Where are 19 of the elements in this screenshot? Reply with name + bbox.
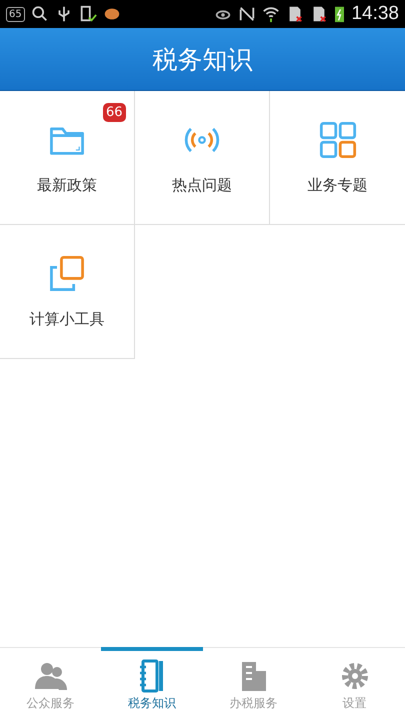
notification-count: 65 xyxy=(6,6,25,22)
grid-item[interactable]: 业务专题 xyxy=(270,91,405,225)
page-title: 税务知识 xyxy=(152,44,252,76)
grid-item[interactable]: 计算小工具 xyxy=(0,225,135,359)
item-label: 业务专题 xyxy=(308,176,368,195)
item-label: 最新政策 xyxy=(37,176,97,195)
battery-icon xyxy=(334,5,346,23)
tiles-icon xyxy=(318,120,358,160)
count-badge: 66 xyxy=(103,103,126,122)
search-icon xyxy=(30,5,49,23)
nav-tab[interactable]: 税务知识 xyxy=(101,647,203,720)
grid-item[interactable]: 66 最新政策 xyxy=(0,91,135,225)
item-label: 热点问题 xyxy=(172,176,232,195)
item-label: 计算小工具 xyxy=(30,310,104,329)
wifi-icon xyxy=(262,5,280,23)
phone-check-icon xyxy=(78,5,97,23)
clock: 14:38 xyxy=(351,3,399,25)
copy-icon xyxy=(47,254,87,294)
grid-item[interactable]: 热点问题 xyxy=(135,91,270,225)
